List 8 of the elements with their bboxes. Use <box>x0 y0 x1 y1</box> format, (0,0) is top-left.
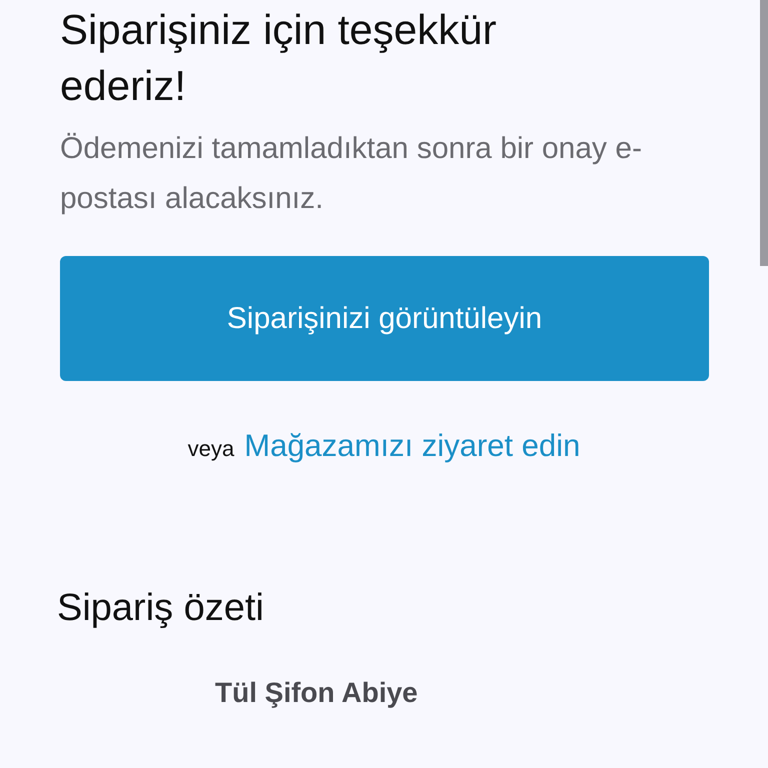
page-title: Siparişiniz için teşekkür ederiz! <box>60 5 498 111</box>
visit-store-link[interactable]: Mağazamızı ziyaret edin <box>244 423 580 470</box>
summary-heading: Sipariş özeti <box>57 586 265 630</box>
confirmation-text: Ödemenizi tamamladıktan sonra bir onay e-postası alacaksınız. <box>60 131 643 217</box>
product-name: Tül Şifon Abiye <box>215 676 419 710</box>
scrollbar[interactable] <box>760 0 768 266</box>
or-label: veya <box>188 435 234 463</box>
view-order-button[interactable]: Siparişinizi görüntüleyin <box>60 256 709 381</box>
